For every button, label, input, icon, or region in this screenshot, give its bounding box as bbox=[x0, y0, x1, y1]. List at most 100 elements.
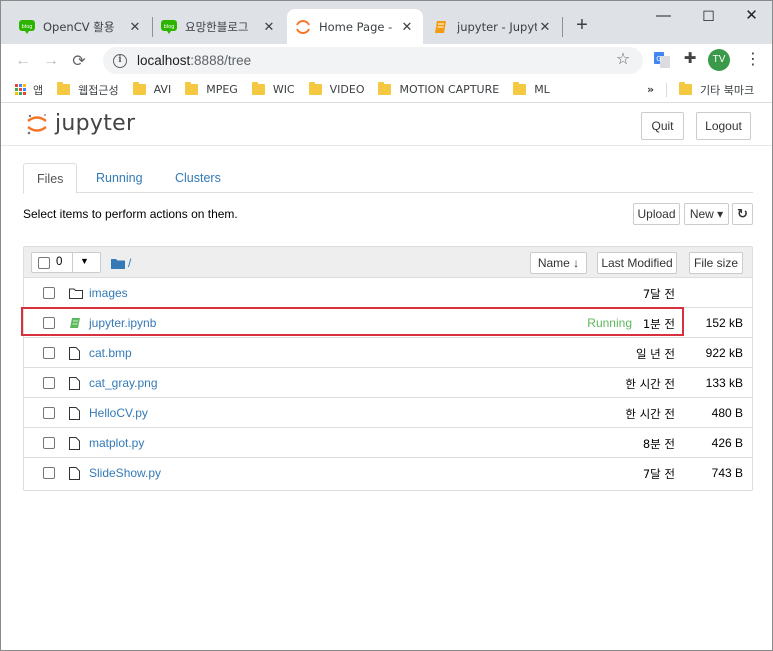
close-icon[interactable]: ✕ bbox=[127, 19, 143, 35]
folder-icon bbox=[378, 82, 392, 95]
tab-running[interactable]: Running bbox=[83, 163, 156, 194]
bookmarks-overflow-button[interactable]: » bbox=[647, 83, 654, 96]
folder-icon bbox=[513, 82, 527, 95]
url-host: localhost bbox=[137, 53, 191, 68]
file-icon bbox=[69, 436, 85, 450]
selection-dropdown-icon[interactable]: ▼ bbox=[80, 256, 89, 266]
tab-clusters[interactable]: Clusters bbox=[162, 163, 234, 194]
upload-button[interactable]: Upload bbox=[633, 203, 680, 225]
jupyter-logo-icon bbox=[27, 113, 47, 134]
file-row[interactable]: HelloCV.py 한 시간 전 480 B bbox=[24, 398, 752, 428]
row-checkbox[interactable] bbox=[43, 377, 55, 389]
file-list-header: 0 ▼ / Name ↓ Last Modified File size bbox=[24, 247, 752, 278]
more-menu-icon[interactable]: ⋮ bbox=[742, 49, 764, 69]
bookmark-label: AVI bbox=[153, 83, 172, 96]
bookmark-folder[interactable]: WIC bbox=[251, 82, 295, 96]
bookmark-folder[interactable]: ML bbox=[513, 82, 550, 96]
last-modified: 일 년 전 bbox=[635, 347, 675, 361]
file-icon bbox=[69, 346, 85, 360]
bookmark-label: 앱 bbox=[33, 83, 44, 97]
file-link[interactable]: SlideShow.py bbox=[69, 466, 161, 480]
refresh-icon[interactable]: ↻ bbox=[732, 203, 753, 225]
bookmark-folder[interactable]: MPEG bbox=[185, 82, 238, 96]
folder-icon bbox=[308, 82, 322, 95]
profile-avatar[interactable]: TV bbox=[708, 49, 730, 71]
file-row[interactable]: cat_gray.png 한 시간 전 133 kB bbox=[24, 368, 752, 398]
file-size: 152 kB bbox=[705, 316, 743, 330]
forward-arrow-icon[interactable]: → bbox=[37, 52, 65, 70]
browser-toolbar: ← → ⟳ i localhost:8888/tree ☆ G ✚ TV ⋮ bbox=[1, 44, 772, 77]
row-checkbox[interactable] bbox=[43, 467, 55, 479]
last-modified: 한 시간 전 bbox=[625, 407, 675, 421]
file-name: HelloCV.py bbox=[89, 406, 148, 420]
file-row[interactable]: matplot.py 8분 전 426 B bbox=[24, 428, 752, 458]
close-icon[interactable]: ✕ bbox=[537, 19, 553, 35]
row-checkbox[interactable] bbox=[43, 437, 55, 449]
bookmark-label: 기타 북마크 bbox=[700, 83, 755, 97]
bookmark-label: ML bbox=[534, 83, 550, 96]
back-arrow-icon[interactable]: ← bbox=[9, 52, 37, 70]
address-bar[interactable]: i localhost:8888/tree bbox=[103, 47, 643, 74]
logout-button[interactable]: Logout bbox=[696, 112, 751, 140]
new-tab-button[interactable]: + bbox=[572, 13, 592, 37]
file-link[interactable]: matplot.py bbox=[69, 436, 144, 450]
file-link[interactable]: images bbox=[69, 286, 128, 300]
close-icon[interactable]: ✕ bbox=[399, 19, 415, 35]
file-link[interactable]: cat.bmp bbox=[69, 346, 132, 360]
tab-strip: blog OpenCV 활용 ✕ blog 요망한블로그 ✕ Home Page… bbox=[1, 1, 772, 44]
folder-icon bbox=[679, 82, 692, 95]
selection-hint: Select items to perform actions on them. bbox=[23, 207, 238, 221]
browser-tab-blog[interactable]: blog 요망한블로그 ✕ bbox=[153, 9, 285, 44]
sort-by-size-button[interactable]: File size bbox=[689, 252, 743, 274]
breadcrumb-root: / bbox=[128, 256, 132, 270]
tab-files[interactable]: Files bbox=[23, 163, 78, 194]
file-row[interactable]: SlideShow.py 7달 전 743 B bbox=[24, 458, 752, 488]
other-bookmarks-folder[interactable]: 기타 북마크 bbox=[679, 82, 754, 98]
apps-grid-icon bbox=[15, 84, 26, 95]
tab-title: jupyter - Jupyt bbox=[457, 19, 537, 34]
notebook-icon bbox=[433, 19, 449, 35]
bookmark-apps[interactable]: 앱 bbox=[15, 82, 43, 98]
sort-by-name-button[interactable]: Name ↓ bbox=[530, 252, 587, 274]
highlight-box bbox=[21, 307, 684, 336]
extensions-puzzle-icon[interactable]: ✚ bbox=[679, 49, 701, 67]
bookmark-star-icon[interactable]: ☆ bbox=[612, 49, 634, 69]
browser-tab-notebook[interactable]: jupyter - Jupyt ✕ bbox=[425, 9, 561, 44]
file-row[interactable]: cat.bmp 일 년 전 922 kB bbox=[24, 338, 752, 368]
last-modified: 7달 전 bbox=[642, 467, 675, 481]
bookmark-folder[interactable]: MOTION CAPTURE bbox=[378, 82, 499, 96]
bookmark-folder[interactable]: AVI bbox=[132, 82, 172, 96]
browser-tab-home[interactable]: Home Page - ✕ bbox=[287, 9, 423, 44]
bookmark-folder[interactable]: 웹접근성 bbox=[57, 82, 119, 98]
info-icon[interactable]: i bbox=[113, 53, 127, 68]
select-all-checkbox[interactable] bbox=[38, 257, 50, 269]
minimize-button[interactable]: — bbox=[641, 1, 686, 31]
new-dropdown-button[interactable]: New ▾ bbox=[684, 203, 729, 225]
row-checkbox[interactable] bbox=[43, 287, 55, 299]
reload-icon[interactable]: ⟳ bbox=[65, 51, 93, 71]
file-name: SlideShow.py bbox=[89, 466, 162, 480]
jupyter-logo[interactable]: jupyter bbox=[25, 111, 135, 136]
maximize-button[interactable]: ☐ bbox=[686, 1, 731, 31]
quit-button[interactable]: Quit bbox=[641, 112, 684, 140]
file-link[interactable]: HelloCV.py bbox=[69, 406, 148, 420]
row-checkbox[interactable] bbox=[43, 407, 55, 419]
svg-text:G: G bbox=[656, 55, 661, 63]
browser-tab-opencv[interactable]: blog OpenCV 활용 ✕ bbox=[11, 9, 151, 44]
file-link[interactable]: cat_gray.png bbox=[69, 376, 158, 390]
row-checkbox[interactable] bbox=[43, 347, 55, 359]
close-window-button[interactable]: ✕ bbox=[729, 1, 772, 31]
bookmark-folder[interactable]: VIDEO bbox=[308, 82, 365, 96]
sort-by-modified-button[interactable]: Last Modified bbox=[597, 252, 677, 274]
folder-icon bbox=[251, 82, 265, 95]
close-icon[interactable]: ✕ bbox=[261, 19, 277, 35]
file-name: images bbox=[89, 286, 128, 300]
selected-count: 0 bbox=[56, 256, 63, 268]
file-row[interactable]: images 7달 전 bbox=[24, 278, 752, 308]
file-size: 922 kB bbox=[705, 346, 743, 360]
bookmark-label: VIDEO bbox=[329, 83, 365, 96]
translate-extension-icon[interactable]: G bbox=[651, 52, 673, 72]
breadcrumb[interactable]: / bbox=[111, 256, 131, 270]
file-size: 426 B bbox=[711, 436, 743, 450]
folder-icon bbox=[111, 258, 125, 269]
